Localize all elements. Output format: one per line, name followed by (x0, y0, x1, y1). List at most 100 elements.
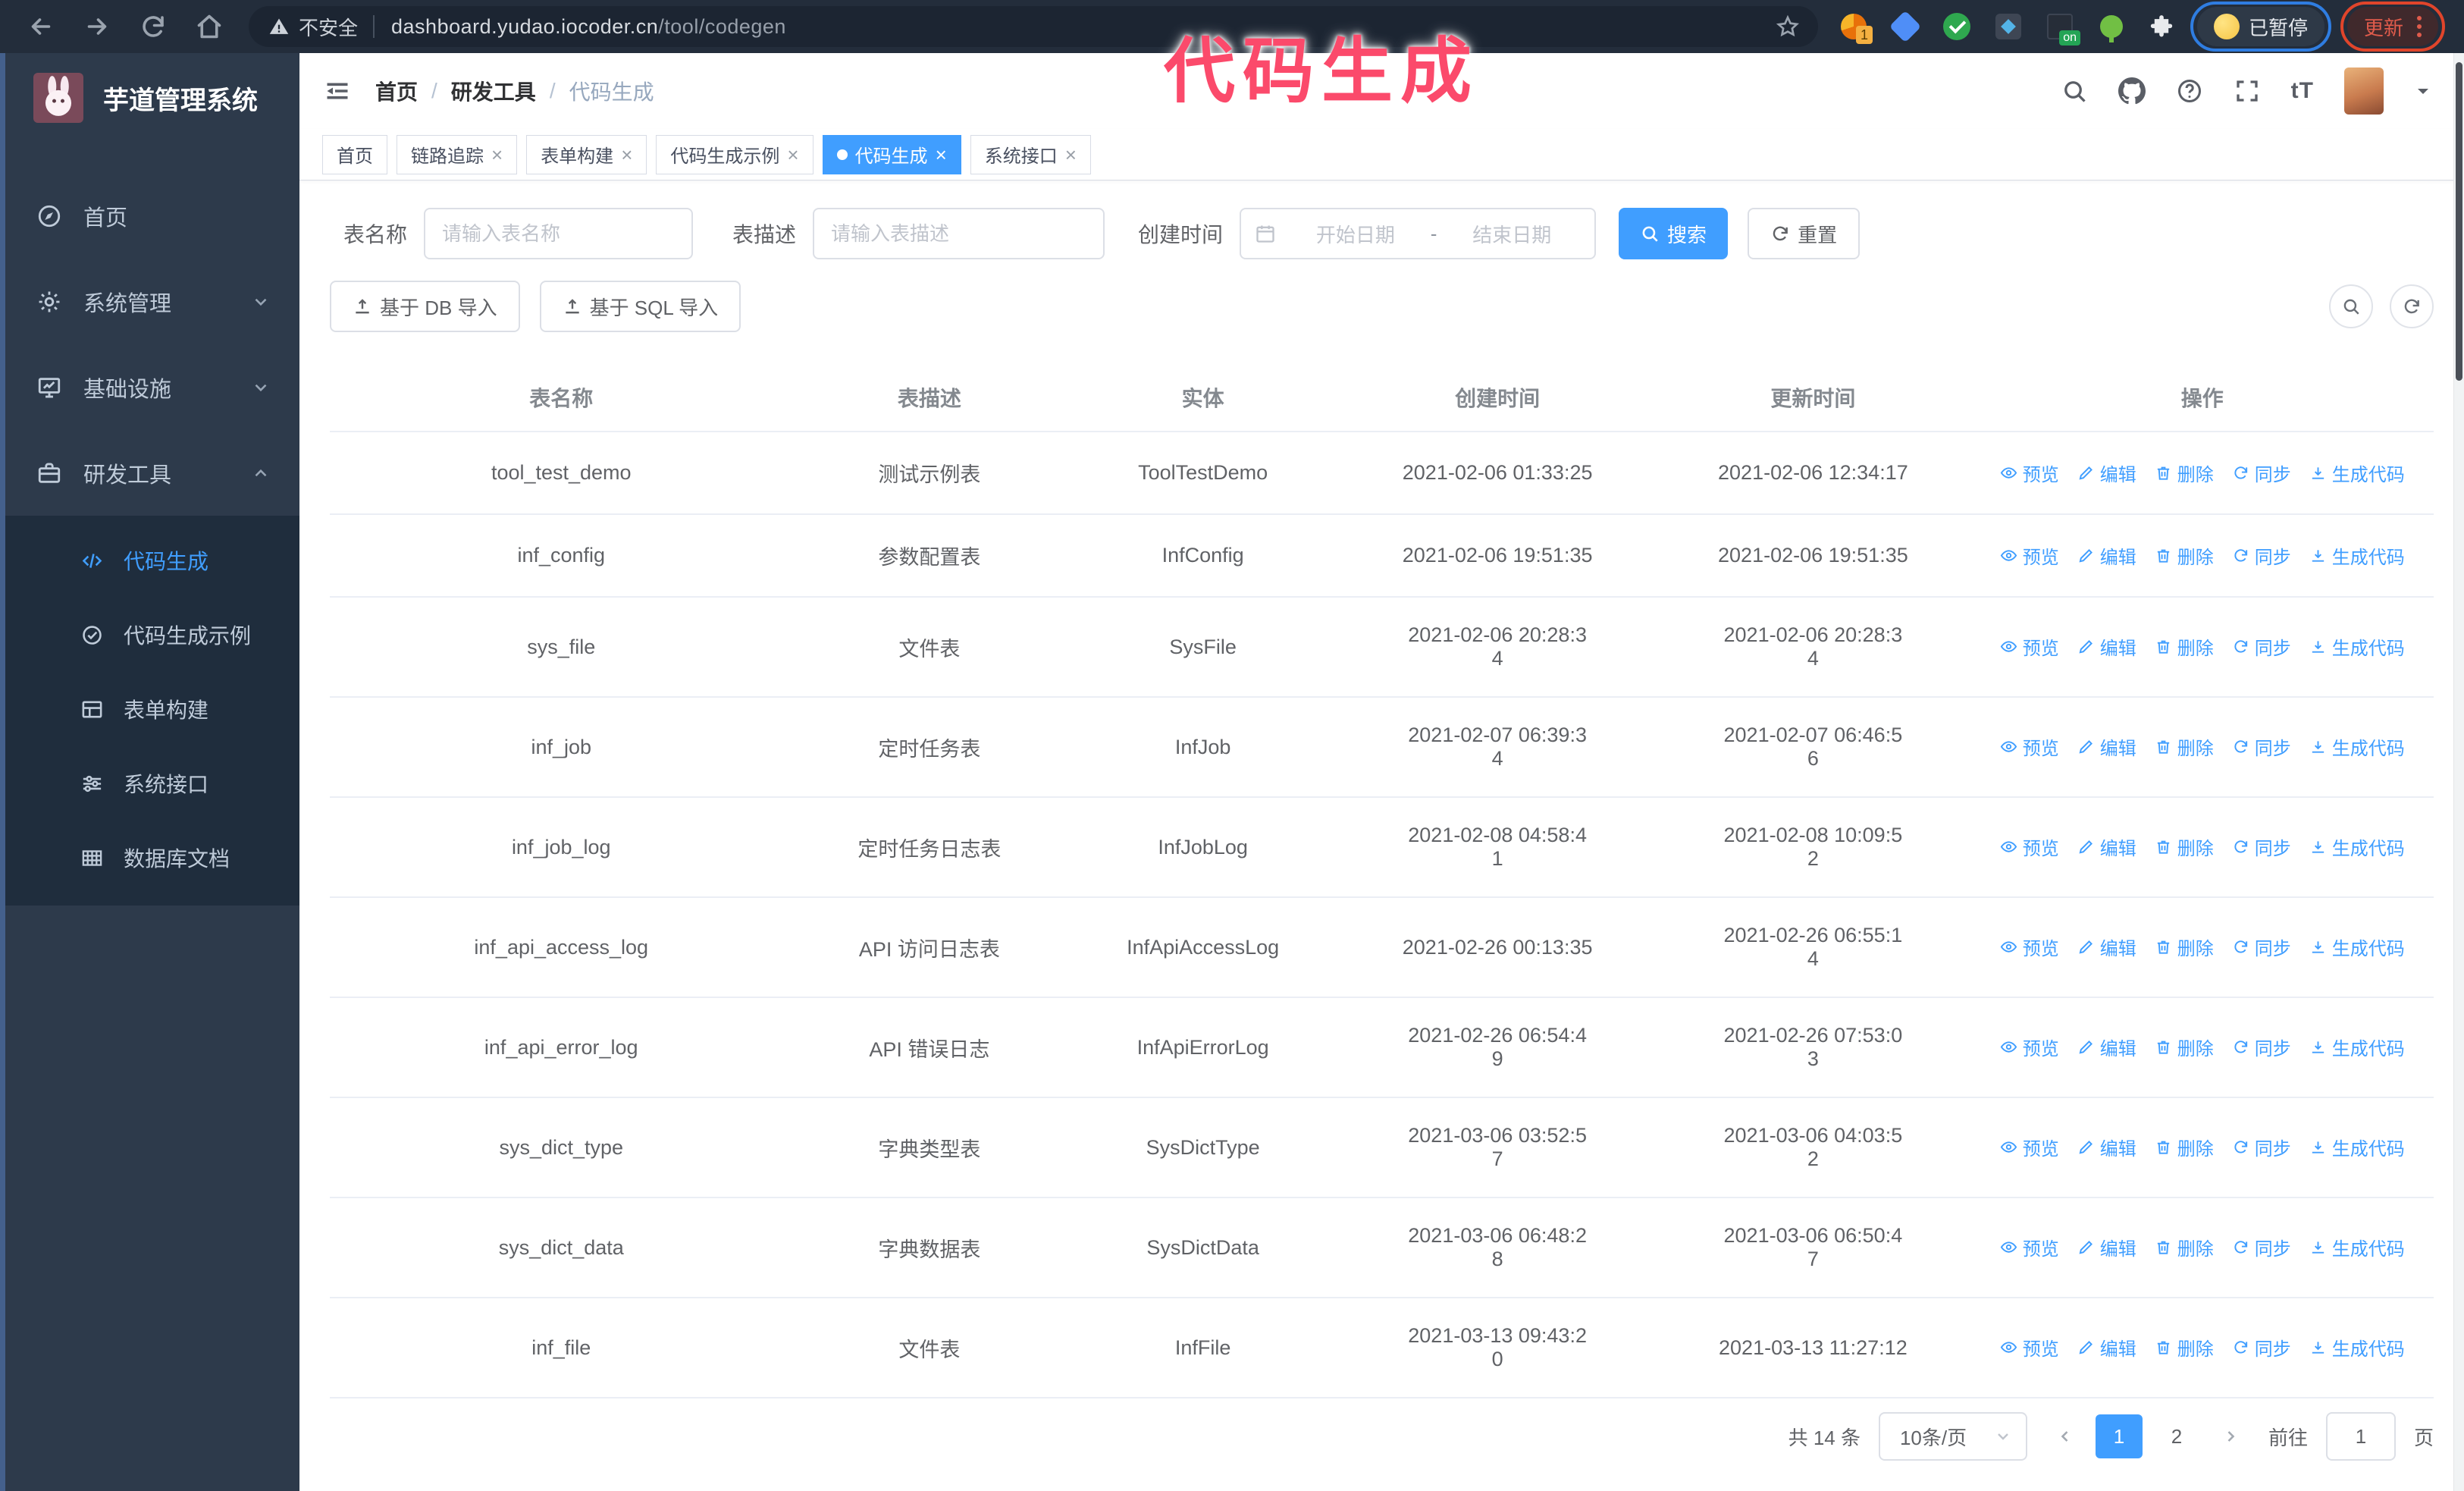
extension-shield-check-icon[interactable] (1942, 12, 1971, 41)
action-sync[interactable]: 同步 (2232, 934, 2291, 960)
tab-4[interactable]: 代码生成 × (822, 134, 961, 174)
action-delete[interactable]: 删除 (2155, 833, 2214, 860)
action-delete[interactable]: 删除 (2155, 1134, 2214, 1160)
action-download[interactable]: 生成代码 (2309, 542, 2405, 569)
action-download[interactable]: 生成代码 (2309, 1134, 2405, 1160)
page-scrollbar[interactable] (2453, 53, 2464, 1491)
bookmark-star-icon[interactable] (1776, 14, 1800, 39)
action-delete[interactable]: 删除 (2155, 733, 2214, 760)
action-sync[interactable]: 同步 (2232, 1034, 2291, 1060)
search-button[interactable]: 搜索 (1619, 208, 1729, 259)
action-delete[interactable]: 删除 (2155, 934, 2214, 960)
action-eye[interactable]: 预览 (2000, 934, 2059, 960)
tab-2[interactable]: 表单构建 × (526, 134, 647, 174)
tab-1[interactable]: 链路追踪 × (397, 134, 518, 174)
reset-button[interactable]: 重置 (1748, 208, 1861, 259)
action-eye[interactable]: 预览 (2000, 1234, 2059, 1260)
tab-5[interactable]: 系统接口 × (970, 134, 1091, 174)
action-download[interactable]: 生成代码 (2309, 633, 2405, 660)
action-sync[interactable]: 同步 (2232, 733, 2291, 760)
security-label[interactable]: 不安全 (299, 13, 358, 41)
action-edit[interactable]: 编辑 (2077, 833, 2136, 860)
action-edit[interactable]: 编辑 (2077, 1334, 2136, 1361)
action-sync[interactable]: 同步 (2232, 542, 2291, 569)
url-text[interactable]: dashboard.yudao.iocoder.cn/tool/codegen (391, 15, 786, 39)
end-date-placeholder[interactable]: 结束日期 (1443, 220, 1581, 248)
table-name-input[interactable] (424, 208, 694, 259)
action-eye[interactable]: 预览 (2000, 1334, 2059, 1361)
action-sync[interactable]: 同步 (2232, 633, 2291, 660)
sidebar-subitem-code[interactable]: 代码生成 (0, 523, 299, 598)
extension-icon[interactable] (1994, 12, 2023, 41)
page-size-select[interactable]: 10条/页 (1878, 1412, 2027, 1461)
action-sync[interactable]: 同步 (2232, 460, 2291, 486)
github-icon[interactable] (2118, 77, 2146, 105)
action-edit[interactable]: 编辑 (2077, 542, 2136, 569)
action-download[interactable]: 生成代码 (2309, 1234, 2405, 1260)
action-sync[interactable]: 同步 (2232, 1234, 2291, 1260)
sidebar-item-home[interactable]: 首页 (0, 173, 299, 259)
home-nav-icon[interactable] (196, 13, 223, 40)
sidebar-subitem-check-circle[interactable]: 代码生成示例 (0, 598, 299, 672)
extension-icon[interactable] (1889, 10, 1922, 43)
scrollbar-thumb[interactable] (2456, 62, 2462, 381)
action-download[interactable]: 生成代码 (2309, 1334, 2405, 1361)
close-icon[interactable]: × (1065, 145, 1077, 165)
action-eye[interactable]: 预览 (2000, 633, 2059, 660)
action-eye[interactable]: 预览 (2000, 542, 2059, 569)
refresh-table-button[interactable] (2390, 284, 2434, 328)
action-sync[interactable]: 同步 (2232, 833, 2291, 860)
action-delete[interactable]: 删除 (2155, 1334, 2214, 1361)
back-icon[interactable] (27, 13, 55, 40)
action-eye[interactable]: 预览 (2000, 833, 2059, 860)
action-sync[interactable]: 同步 (2232, 1334, 2291, 1361)
table-desc-input[interactable] (813, 208, 1105, 259)
action-sync[interactable]: 同步 (2232, 1134, 2291, 1160)
url-bar[interactable]: 不安全 dashboard.yudao.iocoder.cn/tool/code… (249, 6, 1818, 47)
action-eye[interactable]: 预览 (2000, 1134, 2059, 1160)
start-date-placeholder[interactable]: 开始日期 (1287, 220, 1425, 248)
collapse-sidebar-icon[interactable] (322, 77, 353, 105)
help-icon[interactable] (2176, 77, 2203, 105)
show-search-button[interactable] (2329, 284, 2373, 328)
action-download[interactable]: 生成代码 (2309, 934, 2405, 960)
action-delete[interactable]: 删除 (2155, 633, 2214, 660)
action-edit[interactable]: 编辑 (2077, 1134, 2136, 1160)
action-edit[interactable]: 编辑 (2077, 633, 2136, 660)
action-delete[interactable]: 删除 (2155, 460, 2214, 486)
action-download[interactable]: 生成代码 (2309, 460, 2405, 486)
sidebar-subitem-db-table[interactable]: 数据库文档 (0, 821, 299, 895)
reload-icon[interactable] (140, 13, 167, 40)
action-download[interactable]: 生成代码 (2309, 1034, 2405, 1060)
page-button-2[interactable]: 2 (2152, 1414, 2200, 1458)
tab-0[interactable]: 首页 (322, 134, 387, 174)
profile-paused-badge[interactable]: 已暂停 (2190, 2, 2332, 52)
search-icon[interactable] (2061, 77, 2088, 105)
avatar[interactable] (2344, 67, 2384, 115)
action-delete[interactable]: 删除 (2155, 542, 2214, 569)
forward-icon[interactable] (83, 13, 111, 40)
prev-page-button[interactable] (2045, 1414, 2085, 1458)
close-icon[interactable]: × (491, 145, 503, 165)
extension-icon[interactable] (2097, 12, 2126, 42)
action-delete[interactable]: 删除 (2155, 1034, 2214, 1060)
close-icon[interactable]: × (787, 145, 798, 165)
browser-update-button[interactable]: 更新 (2340, 2, 2446, 52)
action-delete[interactable]: 删除 (2155, 1234, 2214, 1260)
action-eye[interactable]: 预览 (2000, 1034, 2059, 1060)
action-edit[interactable]: 编辑 (2077, 460, 2136, 486)
next-page-button[interactable] (2210, 1414, 2250, 1458)
action-edit[interactable]: 编辑 (2077, 1034, 2136, 1060)
sidebar-item-briefcase[interactable]: 研发工具 (0, 430, 299, 516)
sidebar-item-monitor[interactable]: 基础设施 (0, 344, 299, 430)
import-db-button[interactable]: 基于 DB 导入 (330, 281, 520, 332)
sidebar-subitem-form[interactable]: 表单构建 (0, 672, 299, 746)
action-edit[interactable]: 编辑 (2077, 934, 2136, 960)
sidebar-item-gear[interactable]: 系统管理 (0, 259, 299, 344)
close-icon[interactable]: × (621, 145, 632, 165)
chevron-down-icon[interactable] (2414, 82, 2432, 100)
action-edit[interactable]: 编辑 (2077, 1234, 2136, 1260)
goto-page-input[interactable] (2325, 1412, 2396, 1461)
page-button-1[interactable]: 1 (2095, 1414, 2143, 1458)
browser-menu-icon[interactable] (2417, 16, 2422, 37)
